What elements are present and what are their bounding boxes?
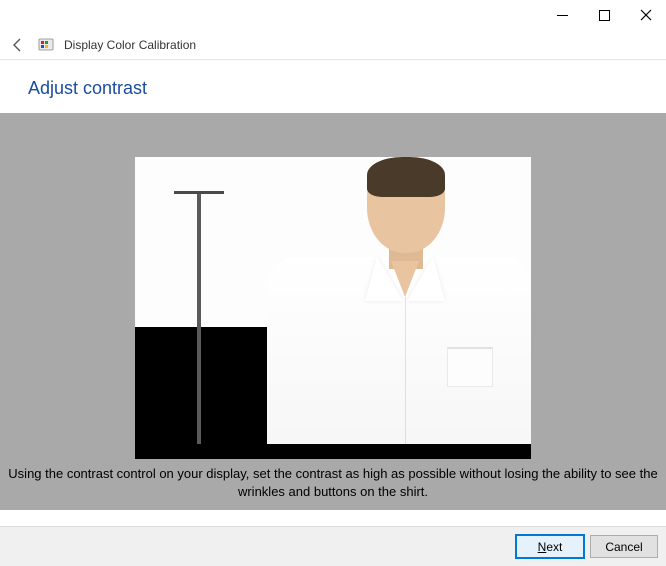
app-icon [38, 37, 54, 53]
page-heading: Adjust contrast [28, 78, 638, 99]
footer-bar: Next Cancel [0, 526, 666, 566]
content-area: Using the contrast control on your displ… [0, 113, 666, 510]
instruction-text: Using the contrast control on your displ… [0, 459, 666, 510]
close-button[interactable] [634, 3, 658, 27]
maximize-button[interactable] [592, 3, 616, 27]
window-titlebar [0, 0, 666, 30]
contrast-test-image [135, 157, 531, 459]
window-title: Display Color Calibration [64, 38, 196, 52]
next-label-mnemonic: N [538, 540, 547, 554]
back-button[interactable] [8, 35, 28, 55]
next-button[interactable]: Next [516, 535, 584, 558]
next-label-suffix: ext [546, 540, 562, 554]
cancel-button[interactable]: Cancel [590, 535, 658, 558]
cancel-label: Cancel [605, 540, 642, 554]
header-bar: Display Color Calibration [0, 30, 666, 60]
heading-area: Adjust contrast [0, 60, 666, 113]
minimize-button[interactable] [550, 3, 574, 27]
